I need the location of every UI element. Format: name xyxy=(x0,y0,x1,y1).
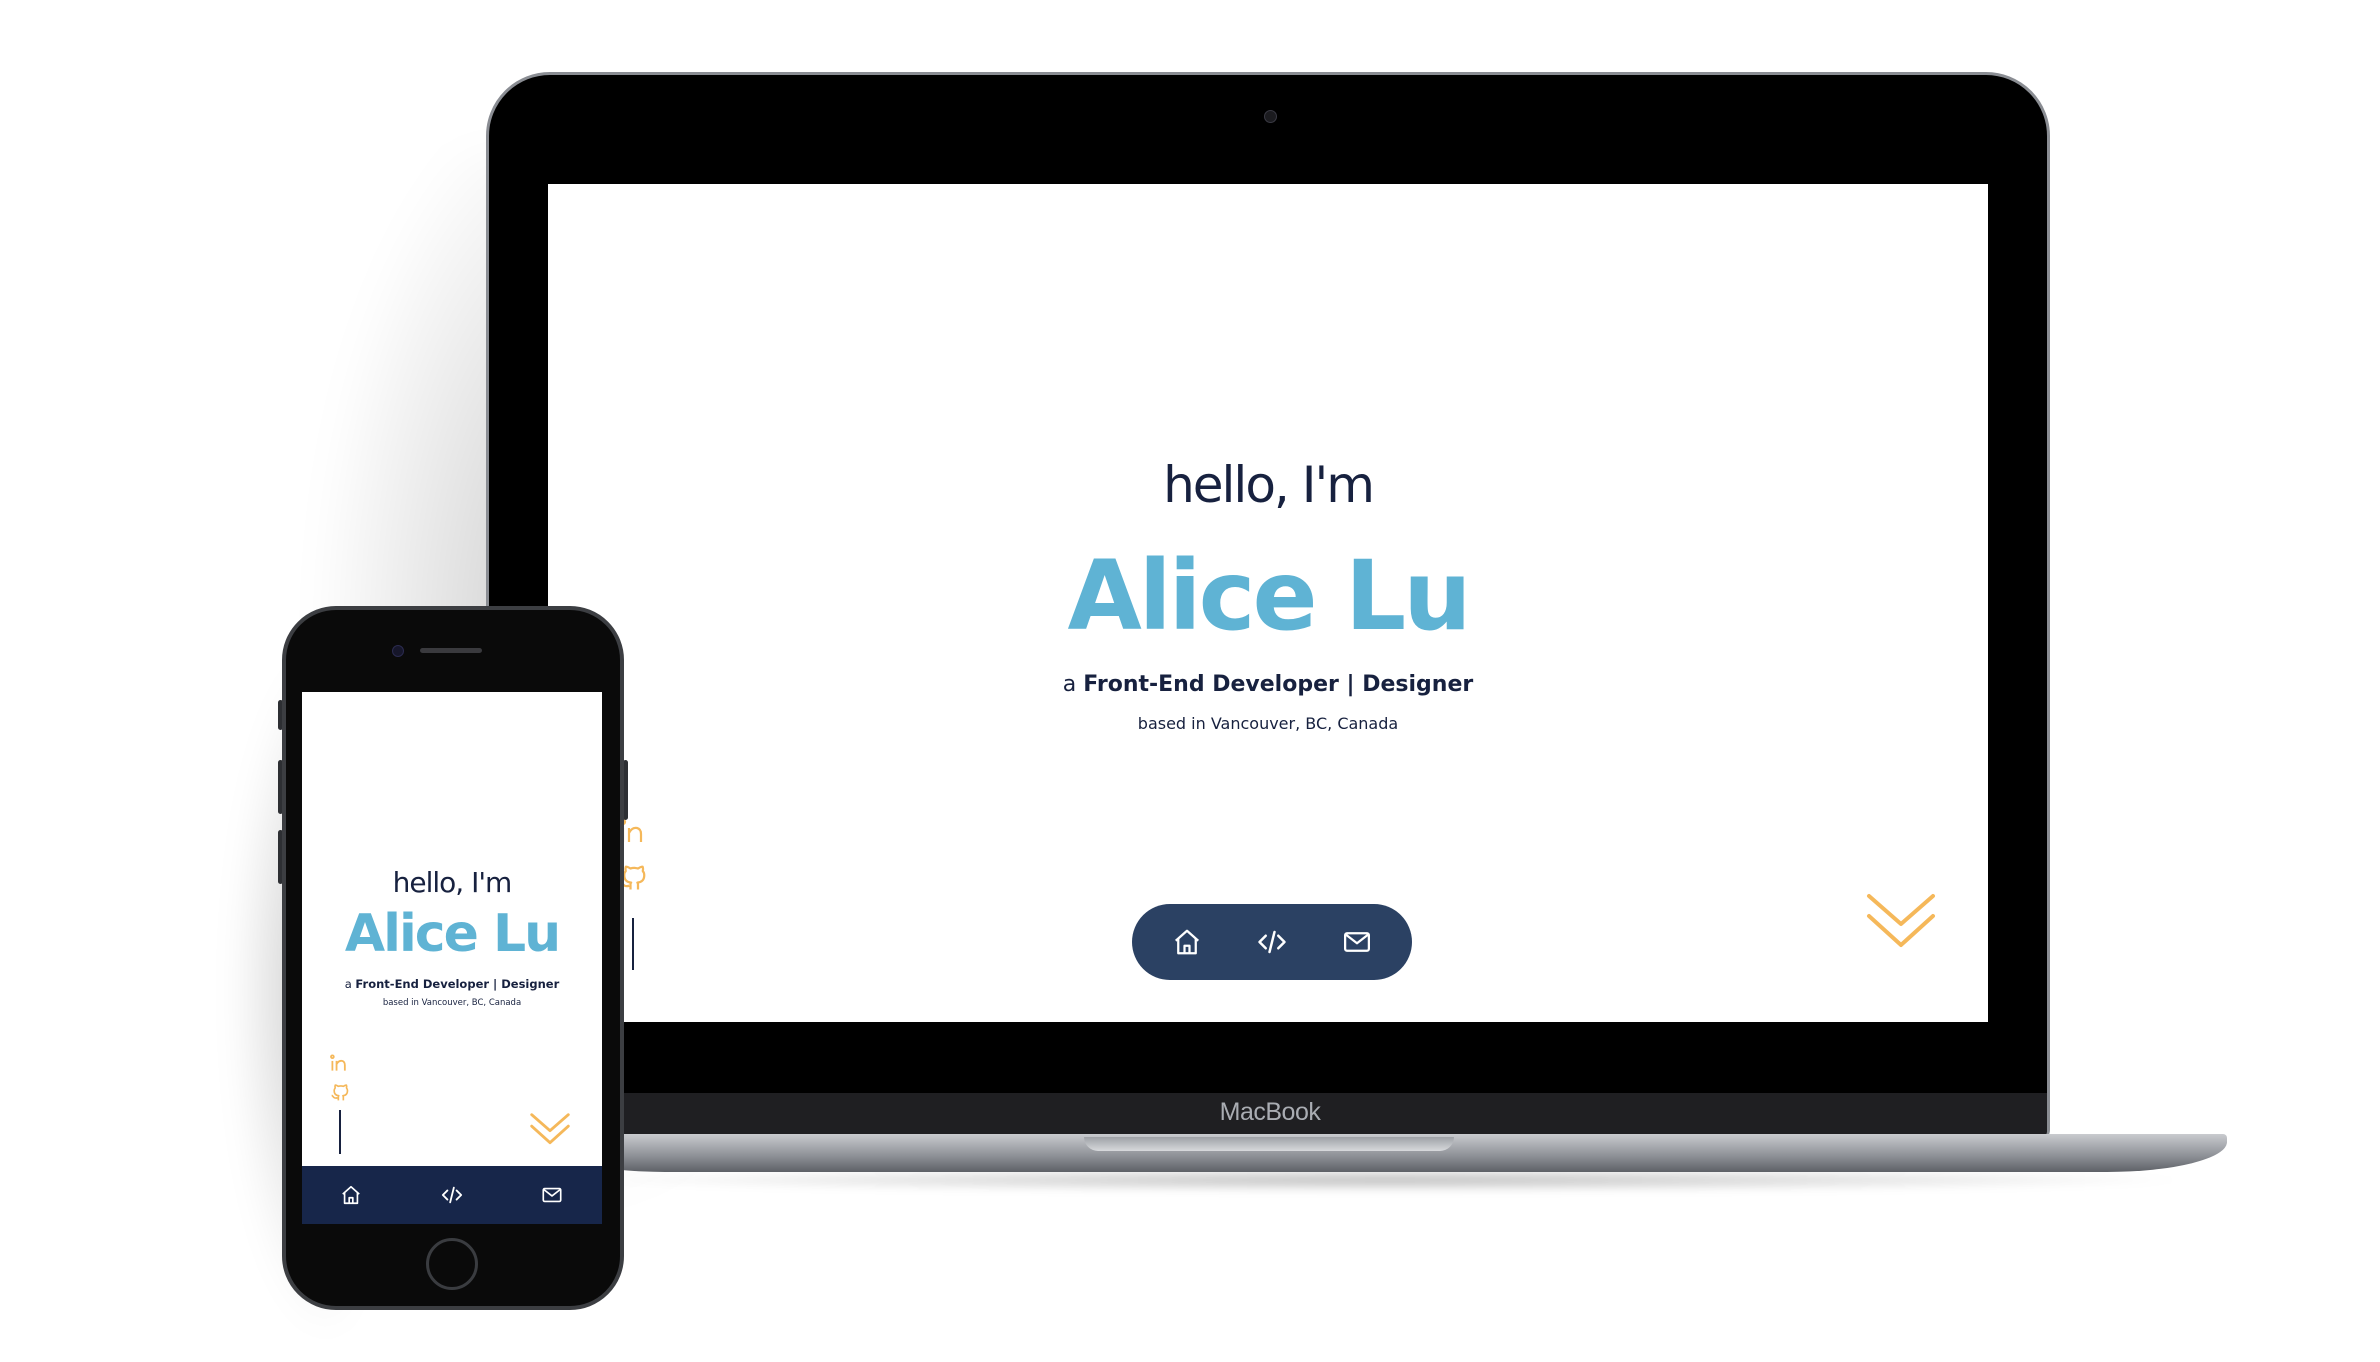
home-icon[interactable] xyxy=(340,1184,362,1206)
bottom-nav xyxy=(1132,904,1412,980)
github-icon[interactable] xyxy=(330,1082,350,1102)
laptop-notch xyxy=(1084,1137,1454,1151)
phone-hero-location: based in Vancouver, BC, Canada xyxy=(382,998,522,1008)
phone-bottom-nav xyxy=(302,1166,602,1224)
phone-camera xyxy=(392,645,404,657)
laptop-brand-label: MacBook xyxy=(1219,1098,1321,1126)
hero-role: a Front-End Developer | Designer xyxy=(548,672,1988,697)
laptop-camera xyxy=(1264,110,1277,123)
laptop-screen: hello, I'm Alice Lu a Front-End Develope… xyxy=(548,184,1988,1022)
home-icon[interactable] xyxy=(1172,927,1202,957)
mail-icon[interactable] xyxy=(1342,927,1372,957)
phone-hero-role-title: Front-End Developer | Designer xyxy=(355,977,560,991)
phone-hero-role: a Front-End Developer | Designer xyxy=(302,977,602,991)
linkedin-icon[interactable] xyxy=(620,818,648,844)
code-icon[interactable] xyxy=(441,1184,463,1206)
hero-location: based in Vancouver, BC, Canada xyxy=(1137,714,1399,733)
phone-hero-role-prefix: a xyxy=(344,977,356,991)
mail-icon[interactable] xyxy=(541,1184,563,1206)
phone-hero-greeting: hello, I'm xyxy=(392,866,513,899)
phone-home-button xyxy=(426,1238,478,1290)
hero-name: Alice Lu xyxy=(1067,540,1471,652)
phone-screen: hello, I'm Alice Lu a Front-End Develope… xyxy=(302,692,602,1224)
phone-speaker xyxy=(420,648,482,653)
code-icon[interactable] xyxy=(1257,927,1287,957)
phone-hero-name: Alice Lu xyxy=(344,904,561,964)
hero-role-prefix: a xyxy=(1062,672,1084,697)
hero-greeting: hello, I'm xyxy=(1163,456,1375,514)
double-chevron-down-icon[interactable] xyxy=(1866,892,1936,950)
double-chevron-down-icon[interactable] xyxy=(530,1112,570,1146)
hero-role-title: Front-End Developer | Designer xyxy=(1083,672,1474,697)
linkedin-icon[interactable] xyxy=(330,1054,350,1072)
phone-social-divider xyxy=(339,1110,341,1154)
social-divider xyxy=(632,918,634,970)
